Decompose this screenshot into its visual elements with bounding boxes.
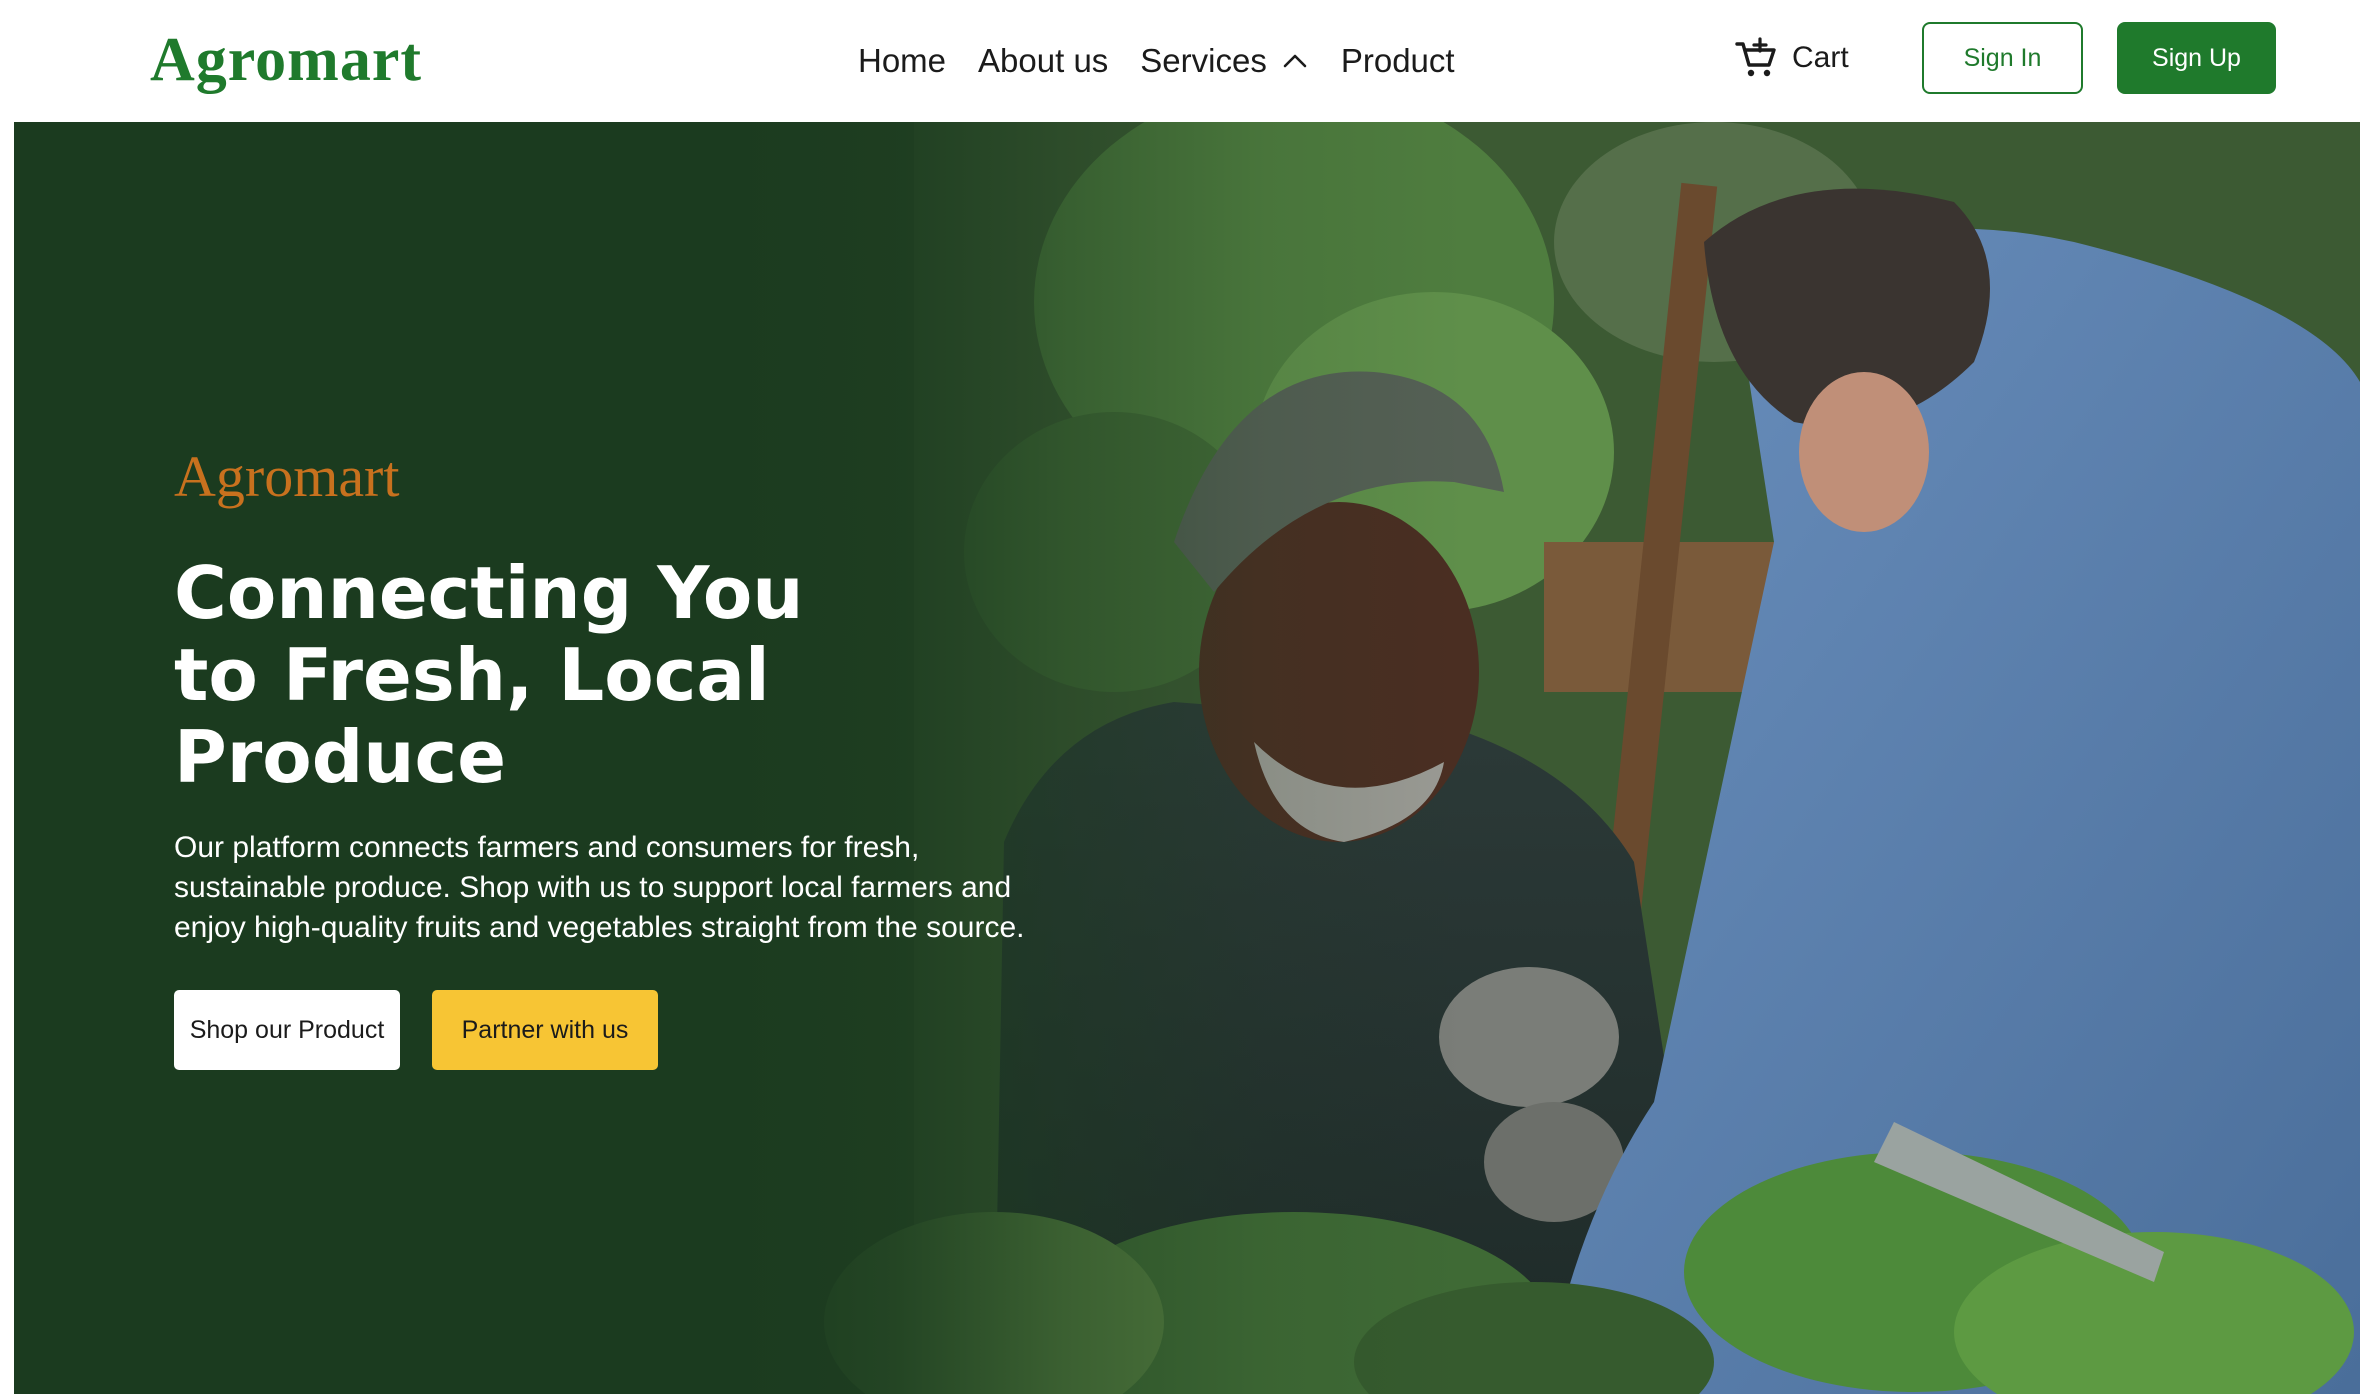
hero-heading: Connecting You to Fresh, Local Produce: [174, 551, 804, 799]
partner-button[interactable]: Partner with us: [432, 990, 658, 1070]
chevron-up-icon[interactable]: [1281, 47, 1309, 75]
sign-up-button[interactable]: Sign Up: [2117, 22, 2276, 94]
hero-content: Agromart Connecting You to Fresh, Local …: [174, 442, 1094, 1070]
cart-button[interactable]: Cart: [1734, 30, 1849, 86]
nav-link-product[interactable]: Product: [1341, 42, 1455, 80]
site-logo[interactable]: Agromart: [150, 22, 422, 98]
hero-section: Agromart Connecting You to Fresh, Local …: [14, 122, 2360, 1394]
shop-product-button[interactable]: Shop our Product: [174, 990, 400, 1070]
cart-label: Cart: [1792, 41, 1849, 74]
nav-link-services[interactable]: Services: [1140, 42, 1309, 80]
cart-icon: [1735, 37, 1776, 77]
nav-link-services-label: Services: [1140, 42, 1267, 79]
nav-link-home[interactable]: Home: [858, 42, 946, 80]
hero-buttons: Shop our Product Partner with us: [174, 990, 1094, 1070]
top-navbar: Agromart Home About us Services Product …: [0, 0, 2360, 122]
main-nav: Home About us Services Product: [858, 34, 1487, 88]
hero-brand: Agromart: [174, 444, 400, 509]
sign-in-button[interactable]: Sign In: [1922, 22, 2083, 94]
hero-description: Our platform connects farmers and consum…: [174, 831, 1025, 944]
nav-link-about-us[interactable]: About us: [978, 42, 1108, 80]
